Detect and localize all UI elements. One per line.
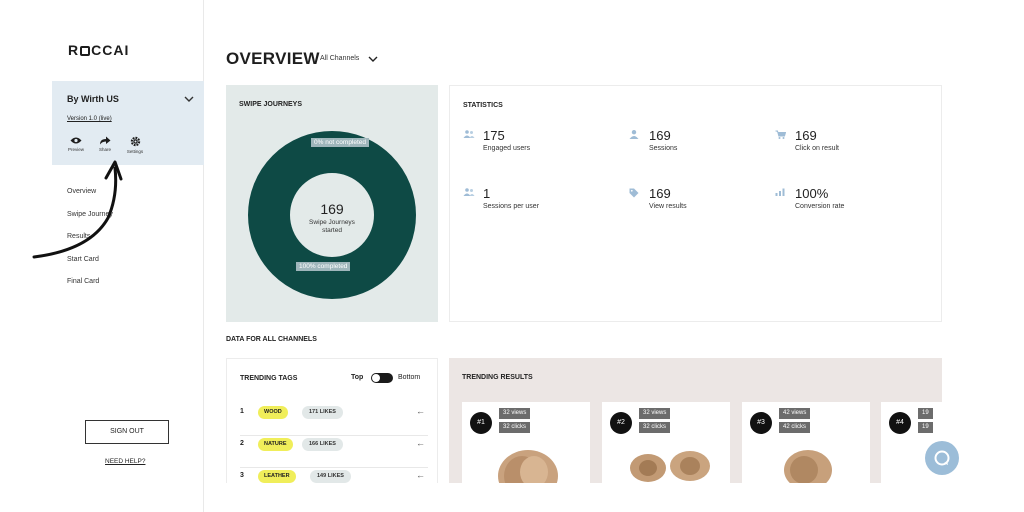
toggle-bottom-label: Bottom	[398, 374, 421, 381]
stat-value: 169	[649, 186, 671, 201]
trending-tags-title: TRENDING TAGS	[240, 375, 298, 382]
views-badge: 42 views	[779, 408, 811, 419]
stat-label: Sessions per user	[483, 203, 540, 210]
toggle-top-label: Top	[351, 374, 364, 381]
tag-row: 1 WOOD 171 LIKES ←	[240, 406, 428, 436]
user-icon	[629, 130, 639, 139]
tag-rank: 2	[240, 440, 244, 447]
stat-value: 169	[795, 128, 817, 143]
users-icon	[463, 188, 475, 196]
rank-badge: #4	[889, 412, 911, 434]
views-badge: 32 views	[639, 408, 671, 419]
stat-label: Click on result	[795, 145, 839, 152]
stat-value: 100%	[795, 186, 829, 201]
channel-select[interactable]: All Channels	[320, 55, 359, 62]
annotation-arrow	[32, 160, 123, 259]
version-link[interactable]: Version 1.0 (live)	[67, 116, 112, 122]
rank-badge: #1	[470, 412, 492, 434]
views-badge: 19	[918, 408, 933, 419]
eye-icon	[70, 137, 82, 144]
chevron-down-icon[interactable]	[183, 93, 195, 105]
arrow-left-icon[interactable]: ←	[416, 406, 425, 416]
started-label-line2: started	[322, 227, 342, 234]
tag-icon	[629, 188, 639, 198]
result-card[interactable]: #3 42 views 42 clicks	[742, 402, 870, 488]
tag-rank: 3	[240, 472, 244, 479]
rank-badge: #2	[610, 412, 632, 434]
statistics-card: STATISTICS 175 Engaged users 169 Session…	[449, 85, 942, 322]
wood-knobs-image	[630, 451, 710, 482]
chat-button[interactable]	[925, 441, 959, 475]
tag-rank: 1	[240, 408, 244, 415]
tag-chip[interactable]: LEATHER	[258, 470, 296, 483]
trending-tags-card: TRENDING TAGS Top Bottom 1 WOOD 171 LIKE…	[226, 358, 438, 488]
not-completed-label: 0% not completed	[311, 138, 370, 147]
started-label-line1: Swipe Journeys	[309, 219, 355, 226]
completed-label: 100% completed	[296, 262, 351, 271]
toggle-knob	[372, 374, 380, 382]
likes-chip: 171 LIKES	[302, 406, 343, 419]
clicks-badge: 32 clicks	[639, 422, 671, 433]
likes-chip: 166 LIKES	[302, 438, 343, 451]
roccai-logo[interactable]: R CCAI	[68, 42, 129, 58]
cart-icon	[775, 130, 786, 139]
stat-label: Conversion rate	[795, 203, 845, 210]
clicks-badge: 32 clicks	[499, 422, 531, 433]
statistics-title: STATISTICS	[463, 102, 503, 109]
wood-knob-image	[498, 450, 558, 488]
need-help-link[interactable]: NEED HELP?	[105, 458, 145, 465]
clicks-badge: 42 clicks	[779, 422, 811, 433]
result-card[interactable]: #1 32 views 32 clicks	[462, 402, 590, 488]
chevron-down-icon[interactable]	[368, 55, 378, 63]
views-badge: 32 views	[499, 408, 531, 419]
stat-label: Sessions	[649, 145, 678, 152]
tag-chip[interactable]: NATURE	[258, 438, 293, 451]
trending-results-card: TRENDING RESULTS #1 32 views 32 clicks #…	[449, 358, 942, 488]
swipe-journeys-title: SWIPE JOURNEYS	[239, 101, 303, 108]
clicks-badge: 19	[918, 422, 933, 433]
started-label: Swipe Journeys started	[226, 219, 438, 235]
tag-row: 2 NATURE 166 LIKES ←	[240, 438, 428, 468]
stat-value: 169	[649, 128, 671, 143]
arrow-left-icon[interactable]: ←	[416, 438, 425, 448]
users-icon	[463, 130, 475, 138]
page-title: OVERVIEW	[226, 49, 320, 68]
likes-chip: 149 LIKES	[310, 470, 351, 483]
arrow-left-icon[interactable]: ←	[416, 470, 425, 480]
page-bottom	[204, 483, 1024, 512]
bar-chart-icon	[775, 188, 785, 196]
trending-results-title: TRENDING RESULTS	[462, 374, 533, 381]
stat-label: View results	[649, 203, 687, 210]
share-icon	[100, 136, 111, 145]
stat-label: Engaged users	[483, 145, 531, 152]
stat-value: 1	[483, 186, 491, 201]
wood-knob-image	[784, 450, 832, 488]
section-title: DATA FOR ALL CHANNELS	[226, 336, 317, 343]
sign-out-button[interactable]: SIGN OUT	[85, 420, 169, 444]
gear-icon	[130, 136, 140, 147]
started-count: 169	[320, 201, 344, 217]
rank-badge: #3	[750, 412, 772, 434]
chat-icon	[934, 450, 950, 466]
tag-chip[interactable]: WOOD	[258, 406, 288, 419]
result-card[interactable]: #2 32 views 32 clicks	[602, 402, 730, 488]
top-bottom-toggle[interactable]	[371, 373, 393, 383]
sidebar-item-final-card[interactable]: Final Card	[67, 277, 113, 300]
stat-value: 175	[483, 128, 505, 143]
brand-name[interactable]: By Wirth US	[67, 94, 119, 104]
swipe-journeys-card: SWIPE JOURNEYS 0% not completed 169 Swip…	[226, 85, 438, 322]
